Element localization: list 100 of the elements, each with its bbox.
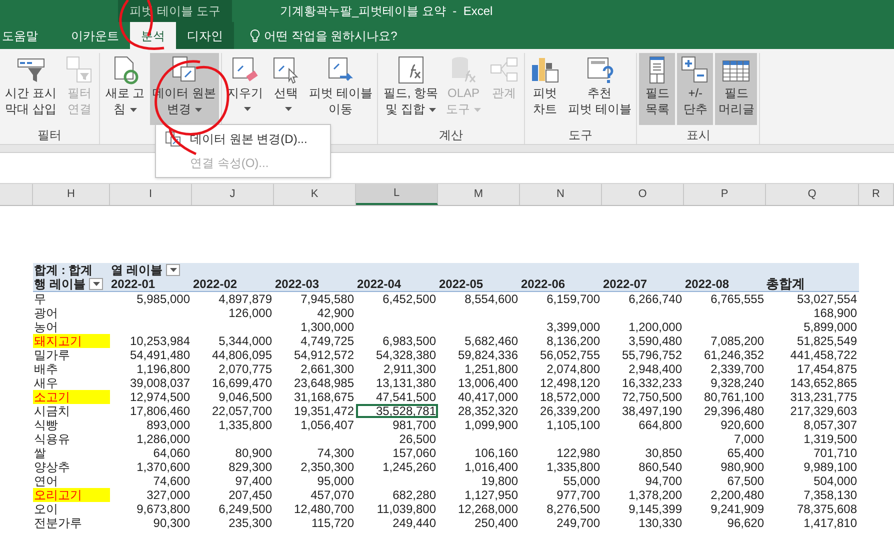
table-cell-text: 2,948,400: [628, 362, 683, 376]
column-header[interactable]: N: [520, 184, 602, 205]
caret-icon: [92, 282, 100, 286]
ribbon-tab[interactable]: 디자인: [176, 22, 234, 49]
ribbon-tab[interactable]: 도움말: [0, 22, 60, 49]
table-cell-text: 9,989,100: [802, 460, 858, 474]
table-cell-text: 2,070,775: [218, 362, 273, 376]
table-cell-text: 977,700: [556, 488, 601, 502]
column-labels-header: 열 레이블: [111, 263, 162, 277]
column-header[interactable]: O: [602, 184, 684, 205]
table-cell-text: 250,400: [474, 516, 519, 530]
ribbon-tab[interactable]: 이카운트: [60, 22, 130, 49]
table-cell-text: 327,000: [146, 488, 191, 502]
table-cell-text: 72,750,500: [620, 390, 683, 404]
table-cell-text: 12,498,120: [538, 376, 601, 390]
ribbon-button[interactable]: 피벗 차트: [527, 53, 564, 125]
column-header[interactable]: J: [192, 184, 274, 205]
table-cell-text: 157,060: [392, 446, 437, 460]
table-cell-text: 1,319,500: [802, 432, 858, 446]
table-cell-text: 5,899,000: [802, 320, 858, 334]
table-cell-text: 235,300: [228, 516, 273, 530]
table-cell-text: 313,231,775: [789, 390, 858, 404]
table-cell-text: 97,400: [234, 474, 273, 488]
column-header[interactable]: P: [684, 184, 766, 205]
group-label: 필터: [38, 126, 62, 144]
table-cell-text: 3,590,480: [628, 334, 683, 348]
tell-me-field[interactable]: 어떤 작업을 원하시나요?: [264, 26, 398, 44]
filter-dropdown-button[interactable]: [166, 264, 180, 276]
column-header[interactable]: L: [356, 184, 438, 205]
table-cell-text: 55,796,752: [620, 348, 683, 362]
table-cell-text: 54,328,380: [374, 348, 437, 362]
table-cell-text: 19,351,472: [292, 404, 355, 418]
group-label: 도구: [568, 126, 593, 144]
column-header[interactable]: M: [438, 184, 520, 205]
ribbon-button[interactable]: 시간 표시 막대 삽입: [2, 53, 60, 125]
ribbon-button[interactable]: 피벗 테이블 이동: [306, 53, 376, 125]
window-title: 기계황곽누팔_피벗테이블 요약 - Excel: [280, 3, 493, 20]
table-cell-text: 1,378,200: [628, 488, 683, 502]
table-cell-text: 5,985,000: [136, 292, 191, 306]
table-cell-text: 1,099,900: [464, 418, 519, 432]
table-cell-text: 1,300,000: [300, 320, 355, 334]
table-cell-text: 13,006,400: [456, 376, 519, 390]
table-cell-text: 6,266,740: [628, 292, 683, 306]
column-header[interactable]: Q: [766, 184, 859, 205]
table-cell-text: 5,344,000: [218, 334, 273, 348]
caret-icon: [170, 268, 177, 272]
filter-dropdown-button[interactable]: [89, 278, 104, 290]
table-cell-text: 64,060: [152, 446, 191, 460]
table-cell-text: 207,450: [228, 488, 273, 502]
table-cell-text: 8,057,307: [802, 418, 858, 432]
table-cell-text: 664,800: [638, 418, 683, 432]
table-cell-text: 4,749,725: [300, 334, 355, 348]
table-cell-text: 95,000: [316, 474, 355, 488]
table-cell-text: 39,008,037: [128, 376, 191, 390]
caret-icon: [474, 108, 482, 112]
group-label: 계산: [439, 126, 464, 144]
table-cell-text: 12,480,700: [292, 502, 355, 516]
table-cell-text: 1,335,800: [546, 460, 601, 474]
ribbon-button[interactable]: 새로 고 침: [102, 53, 148, 125]
table-cell-text: 80,900: [234, 446, 273, 460]
table-cell-text: 860,540: [638, 460, 683, 474]
table-cell-text: 1,200,000: [628, 320, 683, 334]
table-cell-text: 9,673,800: [136, 502, 191, 516]
month-header: 2022-01: [110, 277, 156, 291]
table-cell-text: 2,661,300: [300, 362, 355, 376]
table-cell-text: 74,300: [316, 446, 355, 460]
table-cell-text: 249,440: [392, 516, 437, 530]
table-cell-text: 74,600: [152, 474, 191, 488]
ribbon-button[interactable]: 선택: [268, 53, 304, 125]
row-label: 밀가루: [33, 348, 71, 362]
row-label: 무: [33, 292, 47, 306]
table-cell-text: 96,620: [726, 516, 765, 530]
menu-item[interactable]: 데이터 원본 변경(D)...: [156, 127, 330, 151]
table-cell-text: 19,800: [480, 474, 519, 488]
table-cell-text: 80,761,100: [702, 390, 765, 404]
ribbon-button[interactable]: +/- 단추: [677, 53, 714, 125]
row-label: 시금치: [33, 404, 71, 418]
row-label: 돼지고기: [33, 334, 110, 348]
table-cell-text: 168,900: [812, 306, 858, 320]
column-header[interactable]: I: [110, 184, 192, 205]
table-cell-text: 26,500: [398, 432, 437, 446]
row-label: 식빵: [33, 418, 59, 432]
ribbon-button[interactable]: 필드 머리글: [715, 53, 758, 125]
ribbon-button[interactable]: 필드 목록: [639, 53, 676, 125]
table-cell-text: 980,900: [720, 460, 765, 474]
table-funnel-icon: [64, 55, 94, 85]
bar-chart-icon: [530, 55, 560, 85]
table-cell-text: 42,900: [316, 306, 355, 320]
pivot-value-label: 합계 : 합계: [33, 263, 94, 277]
table-cell-text: 143,652,865: [789, 376, 858, 390]
ribbon-button[interactable]: 필드, 항목 및 집합: [380, 53, 442, 125]
month-header: 2022-07: [602, 277, 648, 291]
caret-icon: [284, 107, 292, 111]
month-header: 2022-05: [438, 277, 484, 291]
column-header[interactable]: R: [859, 184, 894, 205]
table-cell-text: 122,980: [556, 446, 601, 460]
column-header[interactable]: H: [33, 184, 110, 205]
ribbon-button[interactable]: 추천 피벗 테이블: [565, 53, 634, 125]
table-cell-text: 1,335,800: [218, 418, 273, 432]
row-label: 소고기: [33, 390, 110, 404]
